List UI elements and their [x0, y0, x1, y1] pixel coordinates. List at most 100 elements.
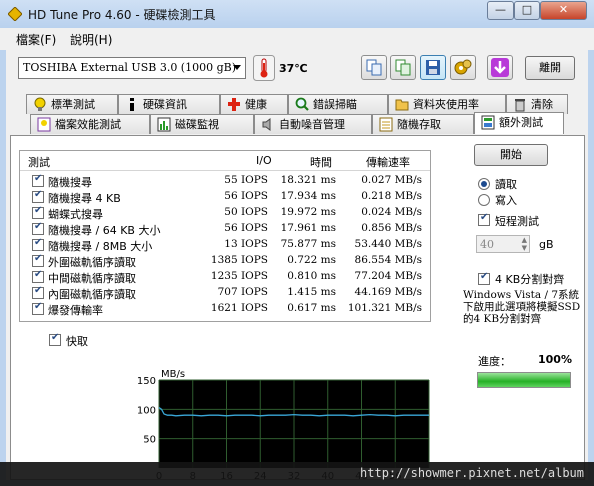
- table-row[interactable]: 隨機搜尋 4 KB 56 IOPS 17.934 ms 0.218 MB/s: [20, 189, 430, 205]
- app-icon: [8, 7, 22, 21]
- tab-benchmark[interactable]: 標準測試: [26, 94, 118, 114]
- download-arrow-icon: [491, 58, 509, 77]
- tab-disk-monitor[interactable]: 磁碟監視: [150, 114, 254, 134]
- exit-button[interactable]: 離開: [525, 56, 575, 80]
- header-time: 時間: [310, 156, 332, 169]
- trash-icon: [515, 99, 525, 112]
- menu-bar: 檔案(F) 說明(H): [0, 28, 594, 50]
- row-test-name: 中間磁軌循序讀取: [48, 272, 136, 285]
- monitor-bars-icon: [157, 117, 171, 132]
- save-icon: [426, 60, 440, 75]
- row-checkbox[interactable]: [32, 301, 44, 315]
- table-row[interactable]: 爆發傳輸率 1621 IOPS 0.617 ms 101.321 MB/s: [20, 301, 430, 317]
- row-io: 1385 IOPS: [210, 254, 268, 266]
- row-checkbox[interactable]: [32, 221, 44, 235]
- copy-all-button[interactable]: [390, 55, 416, 80]
- tab-label: 隨機存取: [397, 118, 441, 131]
- write-radio[interactable]: [478, 194, 490, 206]
- row-rate: 0.027 MB/s: [361, 174, 422, 186]
- tab-random-access[interactable]: 隨機存取: [372, 114, 474, 134]
- table-row[interactable]: 蝴蝶式搜尋 50 IOPS 19.972 ms 0.024 MB/s: [20, 205, 430, 221]
- short-test-label: 短程測試: [495, 215, 539, 228]
- drive-select[interactable]: TOSHIBA External USB 3.0 (1000 gB): [18, 57, 246, 79]
- row-checkbox[interactable]: [32, 189, 44, 203]
- menu-help[interactable]: 說明(H): [70, 31, 112, 48]
- test-results-list: 測試 I/O 時間 傳輸速率 隨機搜尋 55 IOPS 18.321 ms 0.027…: [19, 150, 431, 322]
- tab-aam[interactable]: 自動噪音管理: [254, 114, 372, 134]
- table-row[interactable]: 隨機搜尋 55 IOPS 18.321 ms 0.027 MB/s: [20, 173, 430, 189]
- options-button[interactable]: [450, 55, 476, 80]
- minimize-button[interactable]: —: [487, 1, 514, 20]
- table-row[interactable]: 隨機搜尋 / 64 KB 大小 56 IOPS 17.961 ms 0.856 MB/…: [20, 221, 430, 237]
- table-row[interactable]: 隨機搜尋 / 8MB 大小 13 IOPS 75.877 ms 53.440 MB/s: [20, 237, 430, 253]
- cache-checkbox[interactable]: [49, 332, 61, 346]
- row-rate: 101.321 MB/s: [347, 302, 422, 314]
- read-radio[interactable]: [478, 178, 490, 190]
- y-tick-label: 100: [137, 405, 156, 416]
- close-button[interactable]: ✕: [540, 1, 587, 20]
- temperature-readout: 37℃: [279, 62, 308, 75]
- row-io: 1235 IOPS: [210, 270, 268, 282]
- row-checkbox[interactable]: [32, 205, 44, 219]
- tab-file-benchmark[interactable]: 檔案效能測試: [30, 114, 150, 134]
- tab-label: 清除: [531, 98, 553, 111]
- short-test-size-input[interactable]: 40 ▲ ▼: [476, 235, 530, 253]
- align-4kb-checkbox[interactable]: [478, 271, 490, 285]
- start-button[interactable]: 開始: [474, 144, 548, 166]
- tab-label: 健康: [245, 98, 267, 111]
- tab-health[interactable]: 健康: [220, 94, 288, 114]
- row-test-name: 隨機搜尋 / 64 KB 大小: [48, 224, 161, 237]
- row-checkbox[interactable]: [32, 173, 44, 187]
- row-time: 17.934 ms: [280, 190, 336, 202]
- tab-info[interactable]: 硬碟資訊: [118, 94, 220, 114]
- red-cross-icon: [228, 98, 240, 111]
- align-4kb-label: 4 KB分割對齊: [495, 273, 565, 286]
- row-test-name: 內圍磁軌循序讀取: [48, 288, 136, 301]
- row-time: 75.877 ms: [280, 238, 336, 250]
- row-rate: 77.204 MB/s: [354, 270, 422, 282]
- tab-label: 自動噪音管理: [279, 118, 345, 131]
- chevron-down-icon: [233, 65, 241, 70]
- table-row[interactable]: 中間磁軌循序讀取 1235 IOPS 0.810 ms 77.204 MB/s: [20, 269, 430, 285]
- row-test-name: 蝴蝶式搜尋: [48, 208, 103, 221]
- short-test-checkbox[interactable]: [478, 212, 490, 226]
- tab-label: 資料夾使用率: [413, 98, 479, 111]
- copy-info-button[interactable]: [361, 55, 387, 80]
- row-rate: 53.440 MB/s: [354, 238, 422, 250]
- row-checkbox[interactable]: [32, 285, 44, 299]
- row-time: 0.810 ms: [287, 270, 336, 282]
- row-time: 19.972 ms: [280, 206, 336, 218]
- row-checkbox[interactable]: [32, 269, 44, 283]
- spin-arrows-icon[interactable]: ▲ ▼: [522, 236, 527, 252]
- row-io: 13 IOPS: [224, 238, 268, 250]
- maximize-button[interactable]: □: [514, 1, 540, 20]
- tab-folder-usage[interactable]: 資料夾使用率: [388, 94, 506, 114]
- lightbulb-icon: [34, 97, 46, 111]
- row-checkbox[interactable]: [32, 253, 44, 267]
- row-test-name: 隨機搜尋 / 8MB 大小: [48, 240, 153, 253]
- download-button[interactable]: [487, 55, 513, 80]
- write-label: 寫入: [495, 194, 517, 207]
- menu-file[interactable]: 檔案(F): [16, 31, 56, 48]
- magnifier-icon: [295, 97, 309, 111]
- title-bar: HD Tune Pro 4.60 - 硬碟檢測工具 — □ ✕: [0, 0, 594, 28]
- row-time: 17.961 ms: [280, 222, 336, 234]
- progress-value: 100%: [538, 353, 572, 366]
- row-rate: 0.856 MB/s: [361, 222, 422, 234]
- save-button[interactable]: [420, 55, 446, 80]
- tab-error-scan[interactable]: 錯誤掃瞄: [288, 94, 388, 114]
- tab-erase[interactable]: 清除: [506, 94, 568, 114]
- table-row[interactable]: 外圍磁軌循序讀取 1385 IOPS 0.722 ms 86.554 MB/s: [20, 253, 430, 269]
- toolbar: TOSHIBA External USB 3.0 (1000 gB) 37℃ 離…: [6, 50, 588, 90]
- app-window: HD Tune Pro 4.60 - 硬碟檢測工具 — □ ✕ 檔案(F) 說明…: [0, 0, 594, 486]
- row-rate: 44.169 MB/s: [354, 286, 422, 298]
- file-lightbulb-icon: [37, 117, 51, 132]
- tab-extra-tests[interactable]: 額外測試: [474, 112, 564, 134]
- y-tick-label: 50: [143, 435, 156, 446]
- table-row[interactable]: 內圍磁軌循序讀取 707 IOPS 1.415 ms 44.169 MB/s: [20, 285, 430, 301]
- row-io: 56 IOPS: [224, 222, 268, 234]
- read-label: 讀取: [495, 178, 517, 191]
- row-checkbox[interactable]: [32, 237, 44, 251]
- tab-label: 標準測試: [51, 98, 95, 111]
- header-io: I/O: [256, 154, 272, 167]
